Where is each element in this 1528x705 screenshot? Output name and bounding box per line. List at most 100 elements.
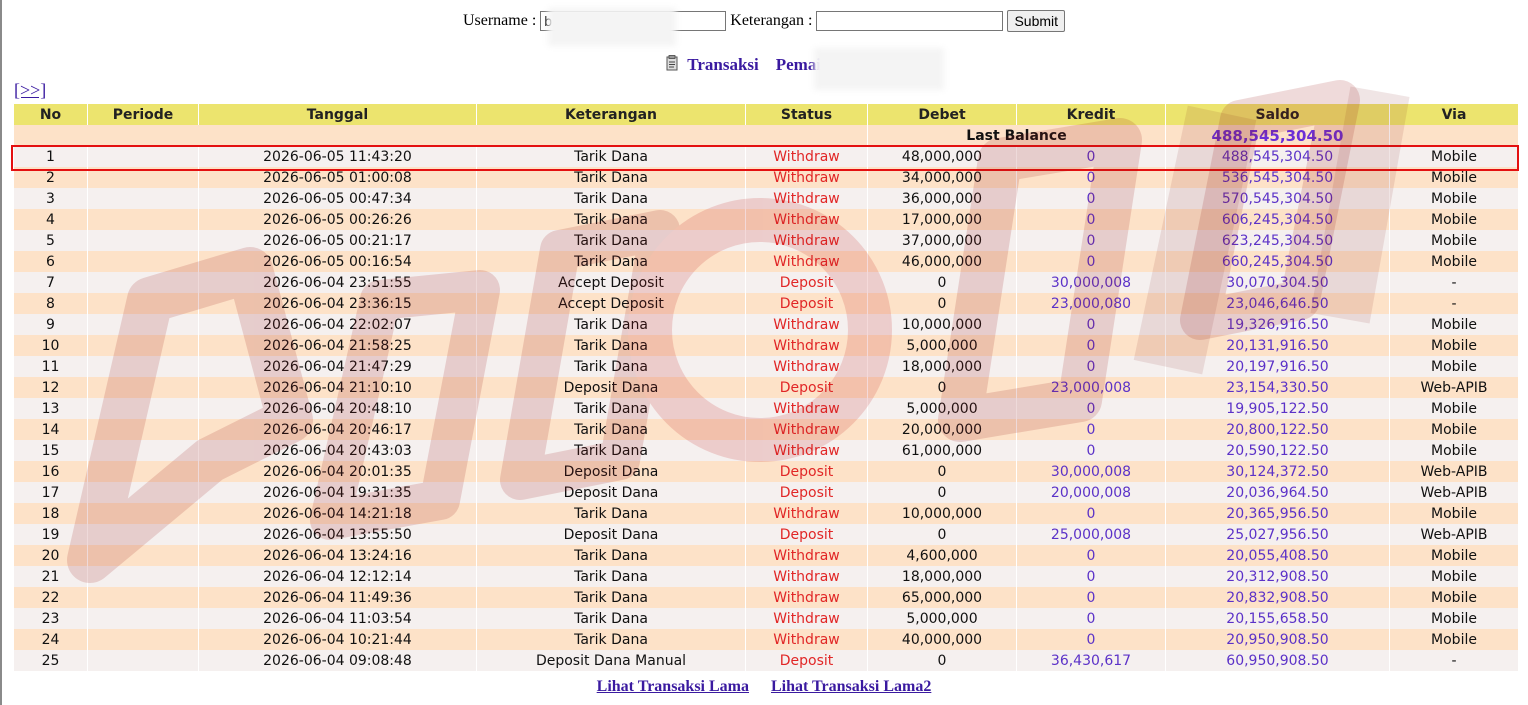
cell-periode (88, 482, 198, 503)
cell-saldo: 23,046,646.50 (1166, 293, 1389, 314)
transaksi-label: Transaksi (687, 55, 759, 74)
cell-tanggal: 2026-06-05 00:47:34 (199, 188, 476, 209)
cell-periode (88, 566, 198, 587)
cell-kredit: 0 (1017, 440, 1165, 461)
table-row: 4 2026-06-05 00:26:26 Tarik Dana Withdraw 17… (14, 209, 1518, 230)
cell-tanggal: 2026-06-05 00:21:17 (199, 230, 476, 251)
old-transactions2-link[interactable]: Lihat Transaksi Lama2 (771, 678, 931, 695)
cell-debet: 5,000,000 (868, 398, 1016, 419)
col-header-periode[interactable]: Periode (88, 104, 198, 125)
search-form: Username : Keterangan : Submit (0, 10, 1528, 34)
cell-kredit: 0 (1017, 503, 1165, 524)
keterangan-input[interactable] (816, 11, 1004, 31)
cell-debet: 20,000,000 (868, 419, 1016, 440)
cell-debet: 5,000,000 (868, 608, 1016, 629)
cell-keterangan: Tarik Dana (477, 545, 745, 566)
cell-status: Withdraw (746, 440, 867, 461)
table-row: 8 2026-06-04 23:36:15 Accept Deposit Deposi… (14, 293, 1518, 314)
cell-via: Mobile (1390, 167, 1518, 188)
table-row: 6 2026-06-05 00:16:54 Tarik Dana Withdraw 46… (14, 251, 1518, 272)
cell-status: Withdraw (746, 587, 867, 608)
cell-via: Mobile (1390, 629, 1518, 650)
cell-saldo: 20,312,908.50 (1166, 566, 1389, 587)
cell-keterangan: Tarik Dana (477, 230, 745, 251)
cell-keterangan: Tarik Dana (477, 356, 745, 377)
cell-status: Deposit (746, 461, 867, 482)
cell-tanggal: 2026-06-04 20:46:17 (199, 419, 476, 440)
cell-no: 22 (14, 587, 87, 608)
cell-via: Mobile (1390, 230, 1518, 251)
cell-keterangan: Tarik Dana (477, 503, 745, 524)
col-header-kredit[interactable]: Kredit (1017, 104, 1165, 125)
cell-periode (88, 293, 198, 314)
cell-periode (88, 587, 198, 608)
cell-keterangan: Deposit Dana Manual (477, 650, 745, 671)
old-transactions-link[interactable]: Lihat Transaksi Lama (597, 678, 749, 695)
next-page-link[interactable]: [>>] (14, 80, 46, 101)
table-row: 25 2026-06-04 09:08:48 Deposit Dana Manual… (14, 650, 1518, 671)
cell-keterangan: Tarik Dana (477, 440, 745, 461)
cell-periode (88, 650, 198, 671)
cell-keterangan: Tarik Dana (477, 209, 745, 230)
cell-debet: 0 (868, 461, 1016, 482)
cell-kredit: 30,000,008 (1017, 272, 1165, 293)
col-header-no[interactable]: No (14, 104, 87, 125)
cell-saldo: 20,832,908.50 (1166, 587, 1389, 608)
cell-kredit: 0 (1017, 209, 1165, 230)
table-row: 3 2026-06-05 00:47:34 Tarik Dana Withdraw 36… (14, 188, 1518, 209)
cell-no: 13 (14, 398, 87, 419)
cell-tanggal: 2026-06-04 13:24:16 (199, 545, 476, 566)
cell-no: 14 (14, 419, 87, 440)
cell-status: Withdraw (746, 146, 867, 167)
cell-debet: 0 (868, 524, 1016, 545)
col-header-via[interactable]: Via (1390, 104, 1518, 125)
redacted-username (548, 8, 676, 46)
cell-no: 3 (14, 188, 87, 209)
table-row: 19 2026-06-04 13:55:50 Deposit Dana Deposit… (14, 524, 1518, 545)
cell-tanggal: 2026-06-04 11:03:54 (199, 608, 476, 629)
cell-status: Withdraw (746, 209, 867, 230)
cell-status: Withdraw (746, 545, 867, 566)
cell-saldo: 20,055,408.50 (1166, 545, 1389, 566)
cell-periode (88, 503, 198, 524)
cell-periode (88, 398, 198, 419)
col-header-keterangan[interactable]: Keterangan (477, 104, 745, 125)
cell-periode (88, 251, 198, 272)
submit-button[interactable]: Submit (1007, 10, 1066, 32)
cell-kredit: 36,430,617 (1017, 650, 1165, 671)
cell-status: Withdraw (746, 503, 867, 524)
cell-tanggal: 2026-06-04 11:49:36 (199, 587, 476, 608)
last-balance-row: Last Balance 488,545,304.50 (14, 125, 1518, 146)
cell-saldo: 20,036,964.50 (1166, 482, 1389, 503)
cell-keterangan: Deposit Dana (477, 524, 745, 545)
cell-keterangan: Tarik Dana (477, 335, 745, 356)
cell-kredit: 0 (1017, 188, 1165, 209)
cell-periode (88, 167, 198, 188)
table-row: 23 2026-06-04 11:03:54 Tarik Dana Withdraw 5… (14, 608, 1518, 629)
cell-via: Mobile (1390, 587, 1518, 608)
cell-no: 7 (14, 272, 87, 293)
cell-status: Withdraw (746, 608, 867, 629)
cell-kredit: 0 (1017, 419, 1165, 440)
cell-keterangan: Deposit Dana (477, 377, 745, 398)
cell-keterangan: Tarik Dana (477, 629, 745, 650)
cell-debet: 40,000,000 (868, 629, 1016, 650)
cell-status: Withdraw (746, 335, 867, 356)
col-header-debet[interactable]: Debet (868, 104, 1016, 125)
transactions-table: No Periode Tanggal Keterangan Status Deb… (13, 104, 1519, 671)
col-header-tanggal[interactable]: Tanggal (199, 104, 476, 125)
cell-debet: 17,000,000 (868, 209, 1016, 230)
cell-tanggal: 2026-06-05 00:26:26 (199, 209, 476, 230)
cell-tanggal: 2026-06-04 10:21:44 (199, 629, 476, 650)
cell-status: Withdraw (746, 398, 867, 419)
cell-kredit: 0 (1017, 146, 1165, 167)
col-header-status[interactable]: Status (746, 104, 867, 125)
cell-keterangan: Tarik Dana (477, 608, 745, 629)
cell-periode (88, 209, 198, 230)
cell-periode (88, 419, 198, 440)
cell-kredit: 0 (1017, 566, 1165, 587)
cell-periode (88, 335, 198, 356)
table-row: 18 2026-06-04 14:21:18 Tarik Dana Withdraw 1… (14, 503, 1518, 524)
cell-kredit: 30,000,008 (1017, 461, 1165, 482)
col-header-saldo[interactable]: Saldo (1166, 104, 1389, 125)
